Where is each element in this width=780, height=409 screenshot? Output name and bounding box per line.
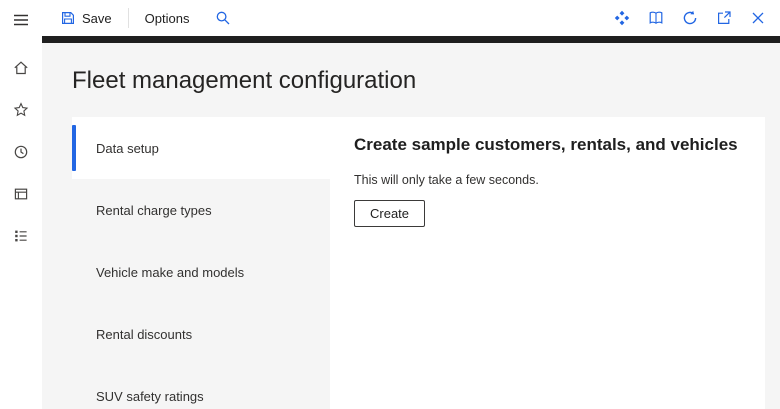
tab-rental-discounts[interactable]: Rental discounts [72, 303, 330, 365]
options-menu[interactable]: Options [145, 11, 190, 26]
tab-label: Data setup [96, 141, 159, 156]
nav-list-icon[interactable] [8, 227, 34, 245]
close-icon [750, 10, 766, 26]
tab-label: Vehicle make and models [96, 265, 244, 280]
diamonds-icon [614, 10, 630, 26]
hamburger-icon[interactable] [8, 11, 34, 29]
refresh-button[interactable] [682, 10, 698, 26]
diamonds-button[interactable] [614, 10, 630, 26]
vertical-tablist: Data setup Rental charge types Vehicle m… [72, 117, 330, 409]
tab-panel: Create sample customers, rentals, and ve… [330, 117, 765, 409]
save-icon [60, 10, 76, 26]
tab-label: SUV safety ratings [96, 389, 204, 404]
tab-label: Rental charge types [96, 203, 212, 218]
tab-rental-charge-types[interactable]: Rental charge types [72, 179, 330, 241]
guide-button[interactable] [648, 10, 664, 26]
workspace-icon[interactable] [8, 185, 34, 203]
home-icon[interactable] [8, 59, 34, 77]
tab-label: Rental discounts [96, 327, 192, 342]
tab-data-setup[interactable]: Data setup [72, 117, 330, 179]
panel-description: This will only take a few seconds. [354, 173, 741, 187]
refresh-icon [682, 10, 698, 26]
page-title: Fleet management configuration [72, 67, 765, 95]
save-label: Save [82, 11, 112, 26]
command-bar: Save Options [42, 0, 780, 36]
search-button[interactable] [215, 10, 231, 26]
recent-icon[interactable] [8, 143, 34, 161]
create-button[interactable]: Create [354, 200, 425, 227]
popout-icon [716, 10, 732, 26]
selected-indicator [72, 125, 76, 171]
page-content: Fleet management configuration Data setu… [42, 43, 780, 409]
popout-button[interactable] [716, 10, 732, 26]
options-label: Options [145, 11, 190, 26]
tab-vehicle-make-models[interactable]: Vehicle make and models [72, 241, 330, 303]
main-area: Save Options [42, 0, 780, 409]
tab-suv-safety-ratings[interactable]: SUV safety ratings [72, 365, 330, 409]
config-card: Data setup Rental charge types Vehicle m… [72, 117, 765, 409]
left-rail [0, 0, 42, 409]
toolbar-divider [128, 8, 129, 28]
save-button[interactable]: Save [60, 10, 112, 26]
close-button[interactable] [750, 10, 766, 26]
app-window: Save Options [0, 0, 780, 409]
book-icon [648, 10, 664, 26]
nav-strip [42, 36, 780, 43]
panel-heading: Create sample customers, rentals, and ve… [354, 135, 741, 155]
star-icon[interactable] [8, 101, 34, 119]
search-icon [215, 10, 231, 26]
